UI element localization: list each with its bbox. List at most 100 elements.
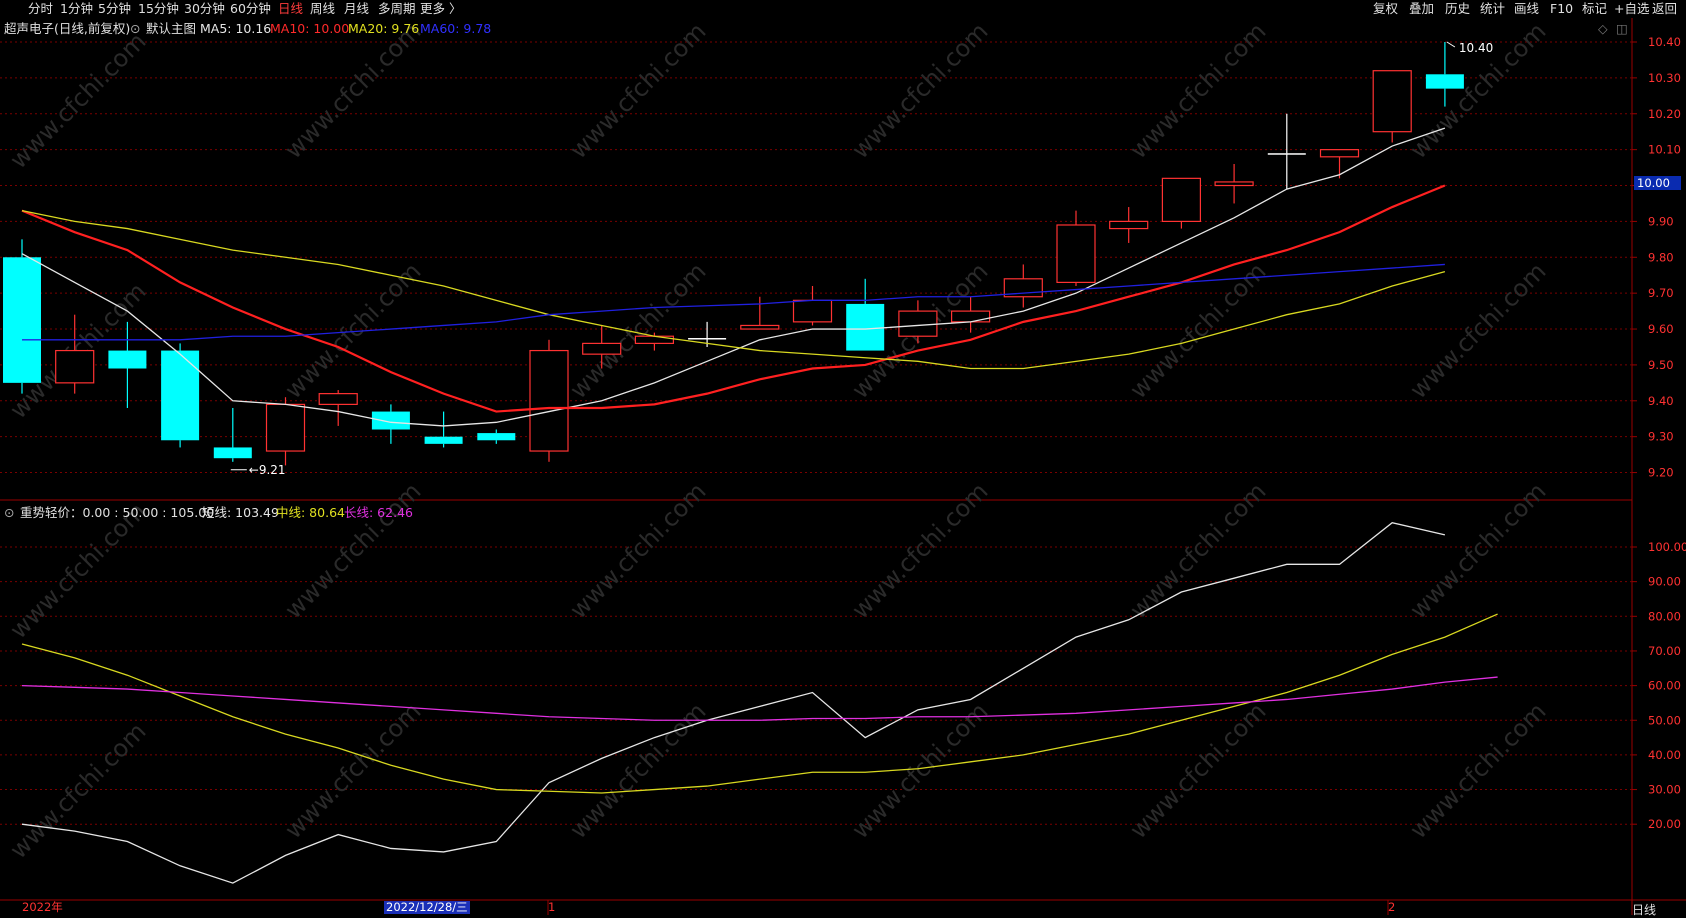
diamond-icon[interactable]: ◇ xyxy=(1598,21,1608,37)
toolbar-item-0[interactable]: 分时 xyxy=(28,1,53,17)
candle-body xyxy=(161,350,200,441)
candle[interactable] xyxy=(1372,70,1412,143)
watermark-text: www.cfchi.com xyxy=(1404,477,1551,624)
candle[interactable] xyxy=(792,285,833,326)
candle[interactable] xyxy=(1109,207,1149,243)
candle[interactable] xyxy=(318,390,358,426)
watermark-text: www.cfchi.com xyxy=(279,697,426,844)
watermark-text: www.cfchi.com xyxy=(279,477,426,624)
sub-tick-label: 90.00 xyxy=(1648,575,1681,589)
candle[interactable] xyxy=(529,339,569,462)
toolbar-item-5[interactable]: 60分钟 xyxy=(230,1,271,17)
toolbar-right-item-4[interactable]: 画线 xyxy=(1514,1,1539,17)
candle[interactable] xyxy=(477,429,516,444)
mid-line-value: 中线: 80.64 xyxy=(276,505,345,520)
candle[interactable] xyxy=(265,397,306,466)
main-tick-label: 9.20 xyxy=(1648,466,1674,480)
watermark-text: www.cfchi.com xyxy=(846,17,993,164)
candle-body xyxy=(424,436,463,444)
toolbar-item-2[interactable]: 5分钟 xyxy=(98,1,131,17)
toolbar-item-6[interactable]: 日线 xyxy=(278,1,303,17)
sub-tick-label: 60.00 xyxy=(1648,679,1681,693)
candle[interactable] xyxy=(1161,177,1202,229)
toolbar-item-7[interactable]: 周线 xyxy=(310,1,335,17)
candle-body xyxy=(108,350,147,369)
watermark-text: www.cfchi.com xyxy=(4,27,151,174)
candle-body xyxy=(688,338,727,340)
watermark-text: www.cfchi.com xyxy=(1404,697,1551,844)
watermark-text: www.cfchi.com xyxy=(1124,477,1271,624)
toolbar-right-item-3[interactable]: 统计 xyxy=(1480,1,1505,17)
candle-body xyxy=(1109,220,1149,230)
candle[interactable] xyxy=(371,404,410,444)
toolbar-item-9[interactable]: 多周期 xyxy=(378,1,416,17)
toolbar-right-item-1[interactable]: 叠加 xyxy=(1409,1,1434,17)
toolbar-right-item-2[interactable]: 历史 xyxy=(1445,1,1470,17)
sub-settings-icon[interactable]: ⊙ xyxy=(4,505,14,521)
candle[interactable] xyxy=(424,411,463,448)
toolbar-right-item-7[interactable]: +自选 xyxy=(1614,1,1649,17)
short-line-value: 短线: 103.49 xyxy=(202,505,279,520)
candle-body xyxy=(3,257,41,383)
watermark-text: www.cfchi.com xyxy=(564,477,711,624)
toolbar-item-4[interactable]: 30分钟 xyxy=(184,1,225,17)
toolbar-right-item-8[interactable]: 返回 xyxy=(1652,1,1677,17)
high-marker-arrow xyxy=(1446,41,1456,48)
candle[interactable] xyxy=(1056,210,1096,286)
stock-title[interactable]: 超声电子(日线,前复权) xyxy=(4,21,130,37)
candle[interactable] xyxy=(1267,113,1306,190)
period-toolbar: 分时 1分钟 5分钟 15分钟 30分钟 60分钟 日线 周线 月线 多周期 更多 〉 复权 叠加 历史统… xyxy=(0,0,1686,18)
sub-tick-label: 70.00 xyxy=(1648,644,1681,658)
candle-body xyxy=(1267,153,1306,155)
date-axis: 2022年 2022/12/28/三 1 2 xyxy=(0,900,1686,915)
candle[interactable] xyxy=(1003,264,1043,308)
candle[interactable] xyxy=(846,278,885,351)
sub-tick-label: 80.00 xyxy=(1648,609,1681,623)
main-tick-label: 9.70 xyxy=(1648,286,1674,300)
watermark-text: www.cfchi.com xyxy=(1124,17,1271,164)
watermark-text: www.cfchi.com xyxy=(564,17,711,164)
candle-body xyxy=(318,393,358,405)
sub-tick-label: 40.00 xyxy=(1648,748,1681,762)
toolbar-item-1[interactable]: 1分钟 xyxy=(60,1,93,17)
main-tick-label: 9.50 xyxy=(1648,358,1674,372)
toolbar-right-item-6[interactable]: 标记 xyxy=(1582,1,1607,17)
toolbar-item-10[interactable]: 更多 〉 xyxy=(420,1,461,17)
main-tick-label: 10.20 xyxy=(1648,107,1681,121)
candle[interactable] xyxy=(108,321,147,408)
candle-body xyxy=(582,342,622,355)
watermark-text: www.cfchi.com xyxy=(1124,257,1271,404)
main-tick-label: 10.40 xyxy=(1648,35,1681,49)
date-label-year: 2022年 xyxy=(22,900,63,914)
chart-canvas[interactable]: 10.40 10.30 10.20 10.10 9.90 9.80 9.70 9.60 9.50… xyxy=(0,0,1686,915)
candle[interactable] xyxy=(213,407,252,462)
candle[interactable] xyxy=(3,239,41,394)
candle-body xyxy=(1161,177,1202,222)
toolbar-right-item-5[interactable]: F10 xyxy=(1550,1,1573,17)
candle-body xyxy=(1425,74,1464,89)
ma5-value: MA5: 10.16 xyxy=(200,21,272,36)
main-tick-label: 9.30 xyxy=(1648,430,1674,444)
candle[interactable] xyxy=(161,343,200,448)
date-label-month-1: 1 xyxy=(548,900,556,914)
watermark-text: www.cfchi.com xyxy=(279,17,426,164)
main-tick-label: 9.40 xyxy=(1648,394,1674,408)
candle[interactable] xyxy=(740,296,780,330)
candle-body xyxy=(792,299,833,323)
indicator-name[interactable]: 默认主图 xyxy=(146,21,196,37)
candle-body xyxy=(740,324,780,330)
candle-body xyxy=(898,310,938,337)
candle-body xyxy=(950,310,991,323)
current-price-marker: 10.00 xyxy=(1634,176,1681,190)
sub-indicator-name[interactable]: 重势轻价：0.00 : 50.00 : 105.00 xyxy=(20,505,214,521)
main-tick-label: 9.60 xyxy=(1648,322,1674,336)
watermark-text: www.cfchi.com xyxy=(1404,257,1551,404)
toolbar-item-3[interactable]: 15分钟 xyxy=(138,1,179,17)
toolbar-right-item-0[interactable]: 复权 xyxy=(1373,1,1398,17)
settings-icon[interactable]: ⊙ xyxy=(130,21,140,37)
toolbar-item-8[interactable]: 月线 xyxy=(344,1,369,17)
period-label[interactable]: 日线 xyxy=(1632,901,1656,918)
candle[interactable] xyxy=(1214,163,1254,204)
window-icon[interactable]: ◫ xyxy=(1616,21,1628,37)
candle-body xyxy=(1056,224,1096,283)
